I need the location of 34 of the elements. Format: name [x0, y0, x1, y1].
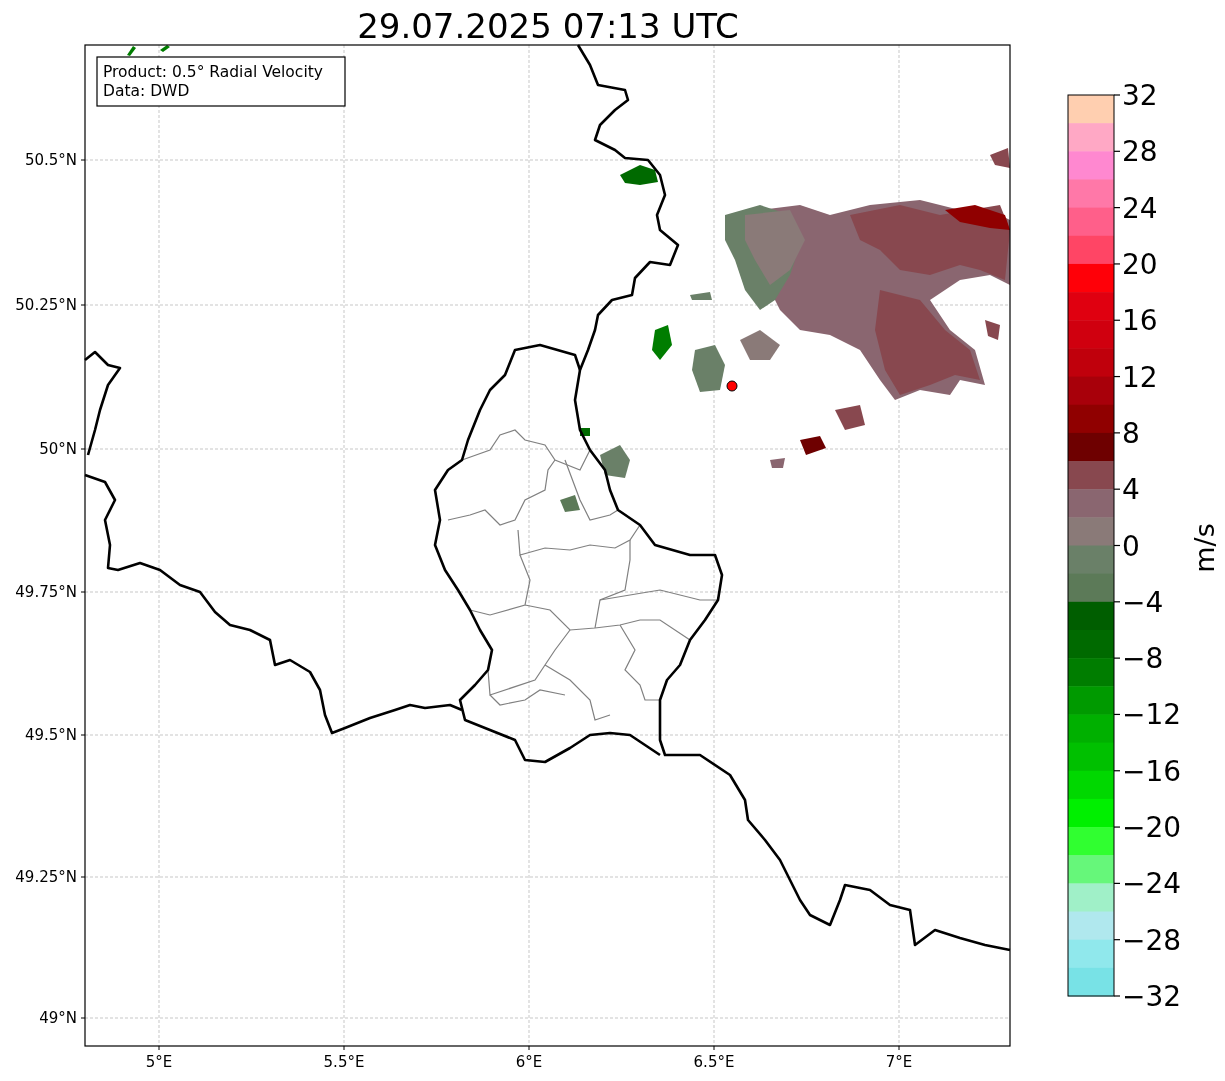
colorbar-tick-label: −32 [1122, 980, 1182, 1013]
colorbar-tick-label: 20 [1122, 247, 1158, 281]
info-box: Product: 0.5° Radial Velocity Data: DWD [96, 56, 346, 107]
y-tick-label: 50.5°N [24, 151, 77, 169]
y-tick-label: 49.25°N [15, 868, 77, 886]
y-tick-label: 50°N [39, 440, 77, 458]
y-tick-label: 49.75°N [15, 583, 77, 601]
x-tick-label: 7°E [885, 1053, 913, 1071]
colorbar-tick-label: 32 [1122, 79, 1158, 112]
colorbar-tick-label: 12 [1122, 360, 1158, 394]
colorbar-tick-label: 0 [1122, 529, 1140, 563]
colorbar-tick-label: −4 [1122, 585, 1164, 619]
x-tick-label: 5.5°E [323, 1053, 365, 1071]
colorbar-tick-label: −8 [1122, 642, 1164, 676]
radar-streaks-drawing [127, 45, 170, 56]
colorbar-tick-label: 16 [1122, 304, 1158, 338]
y-tick-label: 50.25°N [15, 296, 77, 314]
x-tick-label: 6.5°E [693, 1053, 735, 1071]
x-tick-label: 5°E [145, 1053, 173, 1071]
colorbar-tick-label: −20 [1122, 811, 1182, 845]
colorbar-tick-label: 28 [1122, 135, 1158, 169]
radar-site-marker [726, 380, 738, 392]
colorbar-tick-label: −24 [1122, 867, 1182, 901]
chart-title: 29.07.2025 07:13 UTC [357, 6, 739, 46]
colorbar-tick-label: −12 [1122, 698, 1182, 732]
x-tick-label: 6°E [515, 1053, 543, 1071]
colorbar-tick-label: 24 [1122, 191, 1158, 225]
colorbar-tick-label: 4 [1122, 473, 1140, 507]
y-tick-label: 49.5°N [24, 726, 77, 744]
colorbar-tick-label: −16 [1122, 754, 1182, 788]
colorbar-tick-label: −28 [1122, 923, 1182, 957]
colorbar-label: m/s [1189, 523, 1220, 573]
colorbar-tick-label: 8 [1122, 416, 1140, 450]
y-tick-label: 49°N [39, 1009, 77, 1027]
